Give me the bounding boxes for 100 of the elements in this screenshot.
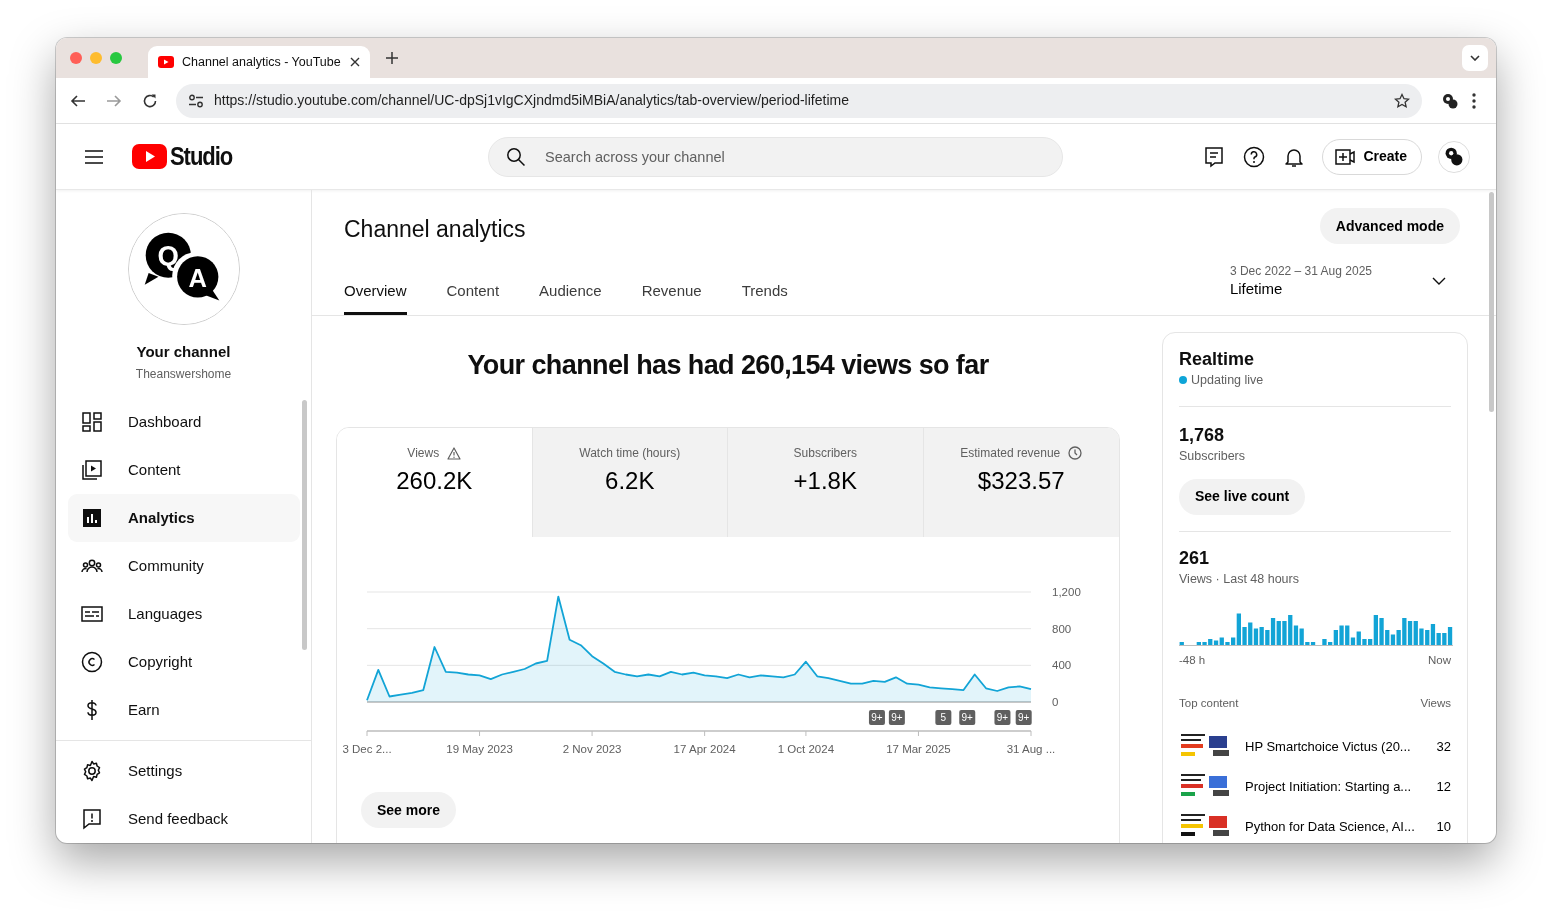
bar-chart-icon: [80, 506, 104, 530]
see-more-button[interactable]: See more: [361, 792, 457, 828]
see-live-count-button[interactable]: See live count: [1179, 478, 1306, 515]
play-logo-icon: [158, 56, 174, 68]
reload-icon[interactable]: [142, 92, 158, 109]
axis-label: 19 May 2023: [446, 743, 513, 755]
help-icon[interactable]: [1242, 144, 1267, 169]
tab[interactable]: Revenue: [641, 282, 702, 315]
search-field[interactable]: Search across your channel: [488, 136, 1063, 177]
axis-label: 17 Apr 2024: [673, 743, 736, 755]
address-bar[interactable]: https://studio.youtube.com/channel/UC-dpSj1vIgCXjndmd5iMBiA/analytics/tab-overview/period-lifetime: [176, 83, 1422, 118]
channel-handle: Theanswershome: [134, 366, 233, 382]
tab[interactable]: Content: [446, 282, 500, 315]
dashboard-icon: [80, 410, 104, 434]
clock-icon[interactable]: [1068, 446, 1083, 460]
annotation-marker[interactable]: 5: [935, 710, 952, 725]
period-label: Lifetime: [1229, 279, 1284, 299]
card-title: Realtime: [1179, 349, 1256, 369]
star-icon[interactable]: [1394, 92, 1410, 109]
metric-value: 260.2K: [396, 466, 473, 496]
tab[interactable]: Overview: [344, 282, 407, 315]
axis-label: 2 Nov 2023: [562, 743, 622, 755]
url-text[interactable]: https://studio.youtube.com/channel/UC-dpSj1vIgCXjndmd5iMBiA/analytics/tab-overview/period-lifetime: [214, 90, 1384, 111]
close-icon[interactable]: [350, 57, 360, 67]
copyright-icon: [80, 650, 104, 674]
top-content-row[interactable]: Project Initiation: Starting a... 12: [1179, 766, 1451, 807]
profile-icon[interactable]: [1442, 92, 1458, 109]
tab[interactable]: Trends: [741, 282, 788, 315]
top-content-row[interactable]: Python for Data Science, AI... 10: [1179, 806, 1451, 843]
more-icon[interactable]: [1472, 92, 1476, 109]
sidebar-item[interactable]: Community: [68, 542, 300, 590]
back-arrow-icon[interactable]: [70, 92, 86, 109]
axis-label: 1 Oct 2024: [777, 743, 835, 755]
metric-label: Views: [407, 445, 440, 461]
annotation-marker[interactable]: 9+: [959, 710, 976, 725]
sidebar-item[interactable]: Copyright: [68, 638, 300, 686]
metric-value: $323.57: [977, 466, 1065, 496]
axis-label: 800: [1052, 622, 1072, 635]
axis-label: -48 h: [1179, 652, 1206, 668]
sidebar-item[interactable]: Content: [68, 446, 300, 494]
axis-label: 1,200: [1052, 586, 1081, 598]
metric-tab[interactable]: Watch time (hours) 6.2K: [532, 428, 728, 537]
axis-label: 17 Mar 2025: [886, 743, 951, 755]
axis-label: Now: [1428, 652, 1451, 668]
warning-icon[interactable]: [447, 446, 462, 460]
advanced-mode-button[interactable]: Advanced mode: [1319, 208, 1460, 244]
live-dot: [1179, 376, 1187, 385]
metric-label: Subscribers: [793, 445, 857, 461]
tab-title[interactable]: Channel analytics - YouTube: [182, 52, 342, 72]
axis-label: 31 Aug ...: [1006, 743, 1056, 755]
feedback-icon: [80, 807, 104, 831]
scrollbar[interactable]: [1489, 192, 1494, 412]
metric-label: Estimated revenue: [960, 445, 1061, 461]
annotation-marker[interactable]: 9+: [868, 710, 885, 725]
axis-label: 0: [1052, 696, 1059, 708]
top-content-row[interactable]: HP Smartchoice Victus (20... 32: [1179, 726, 1451, 767]
stat-label: Views · Last 48 hours: [1179, 570, 1300, 588]
metric-tab[interactable]: Views 260.2K: [337, 428, 533, 537]
column-heading: Views: [1420, 696, 1451, 711]
stat-label: Subscribers: [1179, 447, 1246, 465]
views-count: 261: [1179, 546, 1211, 570]
annotation-marker[interactable]: 9+: [1015, 710, 1032, 725]
tab[interactable]: Audience: [539, 282, 602, 315]
tab-search-button[interactable]: [1462, 45, 1488, 71]
metric-value: +1.8K: [793, 466, 857, 496]
play-logo-icon[interactable]: [132, 144, 167, 169]
sidebar-item[interactable]: Send feedback: [68, 795, 300, 843]
axis-label: 3 Dec 2...: [342, 743, 392, 755]
annotation-marker[interactable]: 9+: [994, 710, 1011, 725]
plus-icon[interactable]: [386, 52, 398, 64]
site-settings-icon[interactable]: [188, 93, 204, 108]
section-label: Top content: [1179, 696, 1239, 711]
subscriber-count: 1,768: [1179, 423, 1226, 447]
video-icon: [80, 458, 104, 482]
headline: Your channel has had 260,154 views so far: [466, 349, 990, 382]
period-dropdown[interactable]: 3 Dec 2022 – 31 Aug 2025 Lifetime: [1223, 262, 1452, 315]
metric-tab[interactable]: Estimated revenue $323.57: [923, 428, 1119, 537]
annotation-marker[interactable]: 9+: [888, 710, 905, 725]
sidebar-item[interactable]: Analytics: [68, 494, 300, 542]
page-title: Channel analytics: [344, 215, 526, 244]
sidebar-item[interactable]: Languages: [68, 590, 300, 638]
sidebar-item[interactable]: Earn: [68, 686, 300, 734]
forward-arrow-icon[interactable]: [106, 92, 122, 109]
status-text: Updating live: [1191, 372, 1264, 389]
logo-text[interactable]: Studio: [170, 137, 233, 176]
chevron-down-icon[interactable]: [1432, 277, 1446, 285]
axis-label: 400: [1052, 659, 1072, 672]
search-icon[interactable]: [506, 146, 526, 167]
add-video-icon[interactable]: [1335, 148, 1356, 165]
chevron-down-icon[interactable]: [1470, 55, 1480, 61]
sidebar-item[interactable]: Dashboard: [68, 398, 300, 446]
channel-title: Your channel: [135, 342, 232, 362]
create-button[interactable]: Create: [1322, 138, 1422, 175]
date-range: 3 Dec 2022 – 31 Aug 2025: [1229, 263, 1372, 279]
metric-tab[interactable]: Subscribers +1.8K: [728, 428, 924, 537]
browser-tab[interactable]: Channel analytics - YouTube: [148, 46, 370, 78]
sidebar-item[interactable]: Settings: [68, 747, 300, 795]
metric-label: Watch time (hours): [579, 445, 681, 461]
scrollbar[interactable]: [302, 400, 307, 650]
metric-value: 6.2K: [605, 466, 655, 496]
